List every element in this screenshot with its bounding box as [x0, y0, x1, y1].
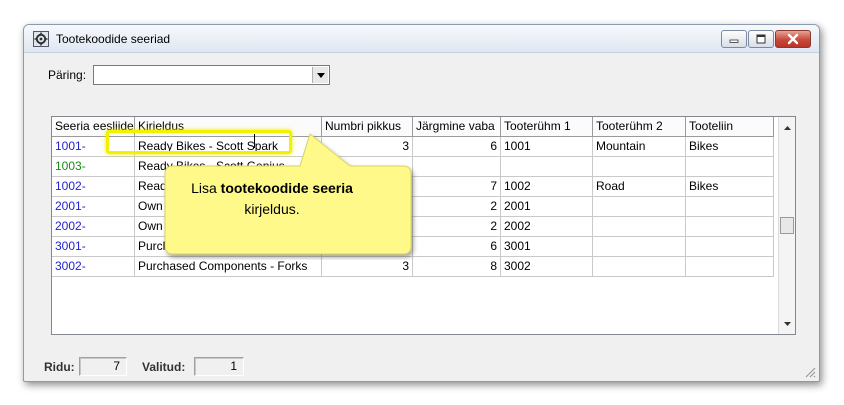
callout-text: Lisa tootekoodide seeria kirjeldus. — [170, 178, 374, 220]
column-header-group-1[interactable]: Tooterühm 1 — [501, 117, 593, 137]
gear-window-icon — [33, 31, 49, 47]
chevron-down-icon — [316, 72, 325, 78]
rows-count-value: 7 — [79, 357, 127, 376]
column-header-product-line[interactable]: Tooteliin — [686, 117, 774, 137]
query-label: Päring: — [48, 68, 87, 82]
cell-group-1[interactable]: 2001 — [501, 197, 593, 217]
selected-count-label: Valitud: — [142, 360, 186, 374]
resize-grip-icon[interactable] — [804, 366, 816, 378]
cell-prefix[interactable]: 2002- — [52, 217, 135, 237]
column-header-group-2[interactable]: Tooterühm 2 — [593, 117, 686, 137]
cell-product-line[interactable] — [686, 237, 774, 257]
maximize-icon — [756, 34, 766, 44]
grid-vertical-scrollbar[interactable] — [778, 117, 795, 334]
cell-group-1[interactable]: 1001 — [501, 137, 593, 157]
cell-group-1[interactable] — [501, 157, 593, 177]
minimize-icon — [729, 39, 739, 43]
cell-product-line[interactable] — [686, 217, 774, 237]
cell-product-line[interactable] — [686, 257, 774, 277]
cell-group-1[interactable]: 3002 — [501, 257, 593, 277]
cell-prefix[interactable]: 3002- — [52, 257, 135, 277]
cell-group-2[interactable] — [593, 197, 686, 217]
cell-group-2[interactable] — [593, 237, 686, 257]
cell-group-1[interactable]: 3001 — [501, 237, 593, 257]
cell-prefix[interactable]: 2001- — [52, 197, 135, 217]
cell-group-2[interactable] — [593, 157, 686, 177]
cell-group-2[interactable]: Road — [593, 177, 686, 197]
selected-count-value: 1 — [194, 357, 244, 376]
close-button[interactable] — [775, 30, 811, 48]
cell-prefix[interactable]: 3001- — [52, 237, 135, 257]
cell-description[interactable]: Purchased Components - Forks — [135, 257, 322, 277]
cell-product-line[interactable]: Bikes — [686, 177, 774, 197]
callout-suffix: kirjeldus. — [244, 201, 300, 217]
scroll-up-icon — [784, 125, 791, 130]
query-select[interactable] — [93, 65, 330, 85]
window-title: Tootekoodide seeriad — [56, 32, 171, 46]
cell-product-line[interactable]: Bikes — [686, 137, 774, 157]
query-dropdown-button[interactable] — [312, 67, 328, 83]
scroll-up-button[interactable] — [779, 119, 796, 136]
cell-product-line[interactable] — [686, 197, 774, 217]
window-controls — [721, 30, 811, 48]
callout-prefix: Lisa — [191, 180, 221, 196]
cell-prefix[interactable]: 1003- — [52, 157, 135, 177]
status-bar: Ridu: 7 Valitud: 1 — [24, 353, 819, 381]
cell-group-1[interactable]: 1002 — [501, 177, 593, 197]
maximize-button[interactable] — [748, 30, 774, 48]
rows-count-label: Ridu: — [44, 360, 75, 374]
scroll-thumb[interactable] — [780, 217, 794, 234]
cell-group-1[interactable]: 2002 — [501, 217, 593, 237]
cell-group-2[interactable]: Mountain — [593, 137, 686, 157]
cell-group-2[interactable] — [593, 217, 686, 237]
callout-bold: tootekoodide seeria — [220, 180, 353, 196]
cell-next-free[interactable]: 8 — [413, 257, 501, 277]
scroll-down-icon — [784, 321, 791, 326]
cell-number-length[interactable]: 3 — [322, 257, 413, 277]
cell-prefix[interactable]: 1002- — [52, 177, 135, 197]
scroll-down-button[interactable] — [779, 315, 796, 332]
close-icon — [787, 33, 799, 45]
title-bar[interactable]: Tootekoodide seeriad — [24, 25, 819, 53]
cell-group-2[interactable] — [593, 257, 686, 277]
minimize-button[interactable] — [721, 30, 747, 48]
cell-product-line[interactable] — [686, 157, 774, 177]
